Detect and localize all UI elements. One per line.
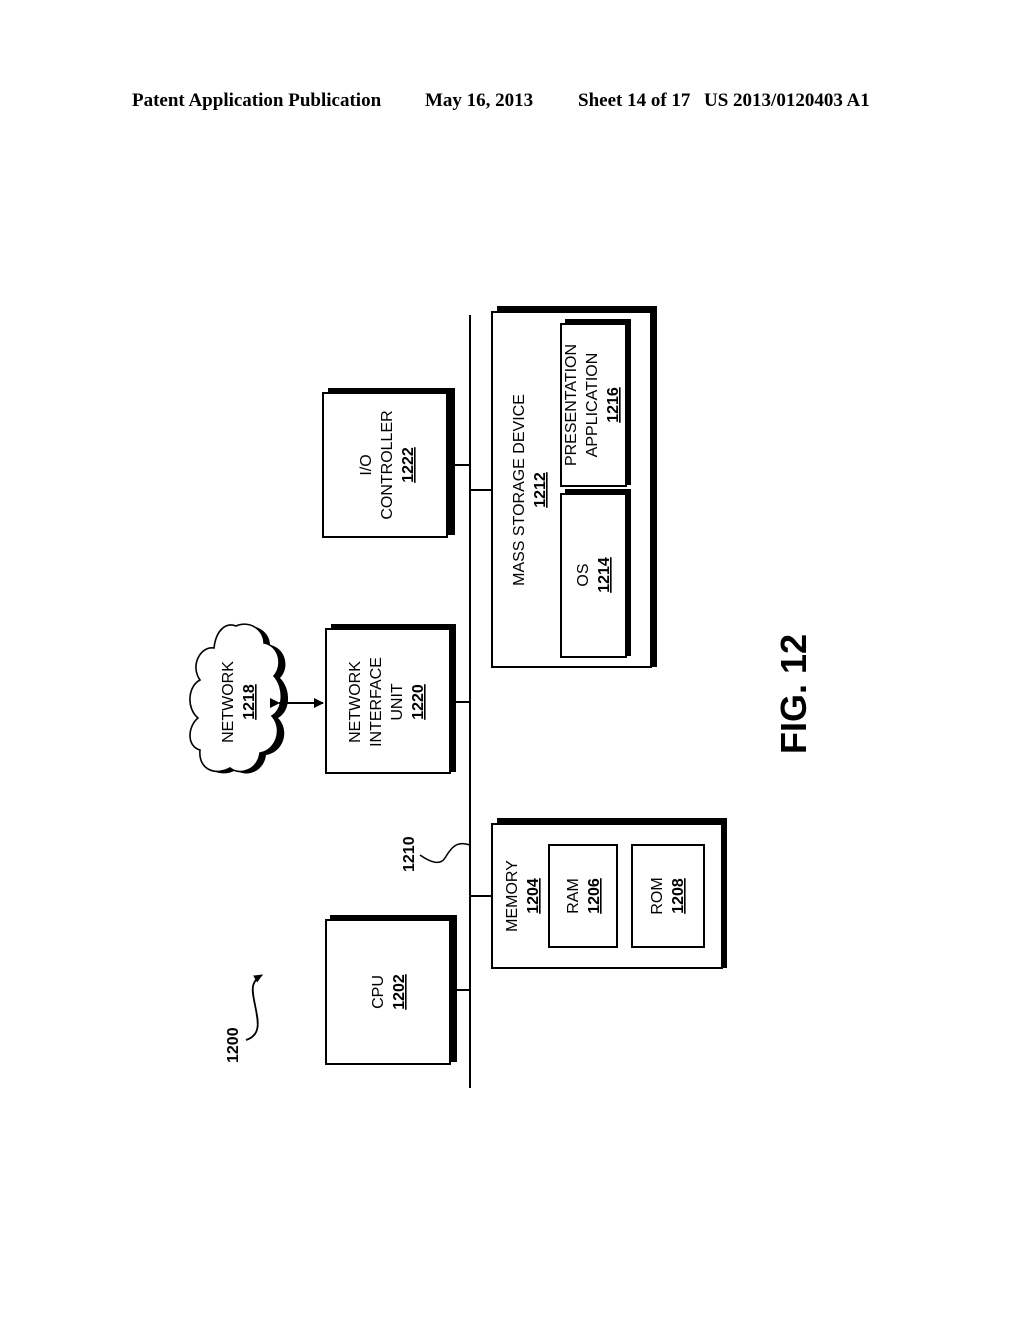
block-diagram: 1210 1200 CPU 1202 MEMORY 1204 RAM 1206 … [189,306,814,1088]
memory-box: MEMORY 1204 RAM 1206 ROM 1208 [470,818,727,969]
io-label-line2: CONTROLLER [379,410,396,519]
network-label: NETWORK [220,661,237,743]
os-box: OS 1214 [560,489,631,658]
ram-box: RAM 1206 [548,844,618,948]
bus-ref-label: 1210 [401,836,471,872]
app-ref: 1216 [605,387,622,423]
system-ref: 1200 [225,1027,242,1063]
rom-label: ROM [649,877,666,914]
rom-ref: 1208 [670,878,687,914]
ram-ref: 1206 [586,878,603,914]
nic-label-line2: INTERFACE [368,657,385,747]
mass-storage-ref: 1212 [532,472,549,508]
cpu-box: CPU 1202 [325,915,470,1065]
cpu-ref: 1202 [391,974,408,1010]
nic-label-line3: UNIT [389,683,406,721]
memory-ref: 1204 [525,878,542,914]
system-ref-label: 1200 [225,974,263,1063]
os-label: OS [575,563,592,586]
ram-label: RAM [565,878,582,914]
presentation-application-box: PRESENTATION APPLICATION 1216 [560,319,631,487]
app-label-line1: PRESENTATION [563,344,580,466]
network-interface-unit-box: NETWORK INTERFACE UNIT 1220 [325,624,470,774]
io-label-line1: I/O [358,454,375,475]
rom-box: ROM 1208 [631,844,705,948]
mass-storage-label: MASS STORAGE DEVICE [511,394,528,586]
figure-label: FIG. 12 [773,634,814,754]
network-ref: 1218 [241,684,258,720]
nic-ref: 1220 [410,684,427,720]
os-ref: 1214 [596,557,613,593]
io-ref: 1222 [400,447,417,483]
bus-ref: 1210 [401,836,418,872]
app-label-line2: APPLICATION [584,353,601,458]
network-cloud: NETWORK 1218 [189,623,289,774]
io-controller-box: I/O CONTROLLER 1222 [322,388,470,538]
nic-label-line1: NETWORK [347,661,364,743]
memory-label: MEMORY [504,860,521,932]
mass-storage-box: MASS STORAGE DEVICE 1212 PRESENTATION AP… [470,306,657,668]
cpu-label: CPU [370,975,387,1009]
